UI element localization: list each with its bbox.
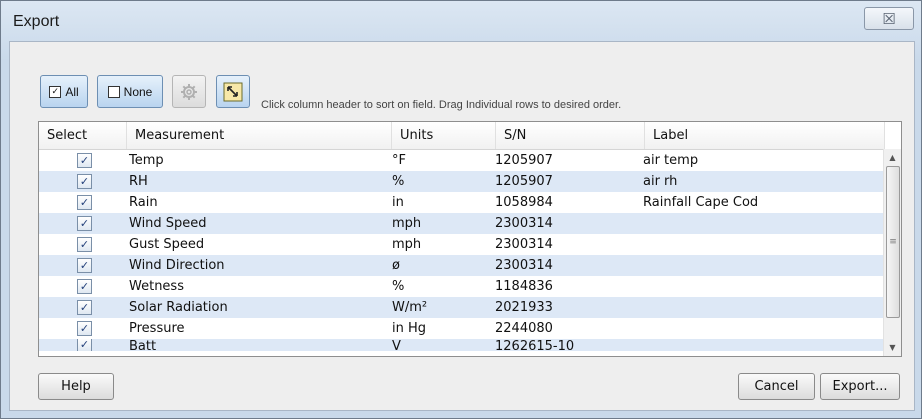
select-cell: ✓ — [39, 339, 127, 351]
table-row[interactable]: ✓ Temp °F 1205907 air temp — [39, 150, 885, 171]
sn-cell: 2021933 — [495, 300, 553, 315]
units-cell: °F — [392, 153, 406, 168]
close-icon: ☒ — [882, 9, 896, 28]
sn-cell: 2300314 — [495, 237, 553, 252]
sn-cell: 1058984 — [495, 195, 553, 210]
measurement-cell: Gust Speed — [129, 237, 205, 252]
units-cell: in — [392, 195, 404, 210]
column-header-sn[interactable]: S/N — [496, 122, 645, 149]
row-checkbox[interactable]: ✓ — [77, 216, 92, 231]
table-body: ✓ Temp °F 1205907 air temp ✓ RH % 120590… — [39, 150, 885, 351]
label-cell[interactable]: air temp — [643, 150, 698, 171]
row-checkbox[interactable]: ✓ — [77, 339, 92, 351]
scrollbar-thumb[interactable]: ≡ — [886, 166, 900, 318]
units-cell: ø — [392, 258, 400, 273]
table-row[interactable]: ✓ Wind Speed mph 2300314 — [39, 213, 885, 234]
measurement-cell: Temp — [129, 153, 164, 168]
dialog-title: Export — [13, 13, 60, 30]
units-cell: mph — [392, 237, 422, 252]
sn-cell: 2244080 — [495, 321, 553, 336]
resize-columns-icon — [223, 82, 243, 101]
row-checkbox[interactable]: ✓ — [77, 258, 92, 273]
vertical-scrollbar[interactable]: ▲ ≡ ▼ — [883, 149, 901, 356]
units-cell: V — [392, 339, 401, 351]
checkbox-checked-icon: ✓ — [49, 85, 62, 98]
row-checkbox[interactable]: ✓ — [77, 174, 92, 189]
table-row[interactable]: ✓ Gust Speed mph 2300314 — [39, 234, 885, 255]
select-cell: ✓ — [39, 297, 127, 318]
table-header: Select Measurement Units S/N Label — [39, 122, 885, 150]
select-cell: ✓ — [39, 234, 127, 255]
row-checkbox[interactable]: ✓ — [77, 195, 92, 210]
scroll-up-arrow-icon[interactable]: ▲ — [884, 149, 901, 166]
dialog-body: ✓ All None Click column header to sort o… — [9, 41, 915, 411]
toolbar: ✓ All None Click column header to sort o… — [10, 42, 914, 112]
units-cell: W/m² — [392, 300, 428, 315]
toolbar-hint: Click column header to sort on field. Dr… — [261, 99, 622, 111]
measurements-table: Select Measurement Units S/N Label ✓ Tem… — [38, 121, 902, 357]
measurement-cell: RH — [129, 174, 148, 189]
close-button[interactable]: ☒ — [864, 7, 914, 30]
sn-cell: 2300314 — [495, 216, 553, 231]
checkbox-empty-icon — [107, 85, 120, 98]
select-none-button[interactable]: None — [97, 75, 163, 108]
select-cell: ✓ — [39, 276, 127, 297]
units-cell: in Hg — [392, 321, 427, 336]
table-row[interactable]: ✓ Pressure in Hg 2244080 — [39, 318, 885, 339]
table-row[interactable]: ✓ Wetness % 1184836 — [39, 276, 885, 297]
autosize-columns-button[interactable] — [216, 75, 250, 108]
scroll-down-arrow-icon[interactable]: ▼ — [884, 339, 901, 356]
label-cell[interactable]: Rainfall Cape Cod — [643, 192, 758, 213]
row-checkbox[interactable]: ✓ — [77, 279, 92, 294]
select-all-button[interactable]: ✓ All — [40, 75, 88, 108]
units-cell: mph — [392, 216, 422, 231]
column-header-units[interactable]: Units — [392, 122, 496, 149]
table-row[interactable]: ✓ Wind Direction ø 2300314 — [39, 255, 885, 276]
select-cell: ✓ — [39, 255, 127, 276]
cancel-button[interactable]: Cancel — [738, 373, 815, 400]
title-bar[interactable]: Export ☒ — [1, 1, 921, 41]
column-header-label[interactable]: Label — [645, 122, 885, 149]
sn-cell: 1184836 — [495, 279, 553, 294]
label-cell[interactable]: air rh — [643, 171, 677, 192]
sn-cell: 1262615-10 — [495, 339, 575, 351]
select-none-label: None — [123, 84, 153, 99]
measurement-cell: Wind Speed — [129, 216, 207, 231]
export-dialog: Export ☒ ✓ All None Click column header … — [0, 0, 922, 419]
units-cell: % — [392, 279, 405, 294]
sn-cell: 1205907 — [495, 174, 553, 189]
row-checkbox[interactable]: ✓ — [77, 153, 92, 168]
select-cell: ✓ — [39, 213, 127, 234]
measurement-cell: Rain — [129, 195, 158, 210]
column-header-measurement[interactable]: Measurement — [127, 122, 392, 149]
help-button[interactable]: Help — [38, 373, 114, 400]
units-cell: % — [392, 174, 405, 189]
measurement-cell: Wind Direction — [129, 258, 225, 273]
select-cell: ✓ — [39, 171, 127, 192]
column-header-select[interactable]: Select — [39, 122, 127, 149]
measurement-cell: Pressure — [129, 321, 185, 336]
select-cell: ✓ — [39, 150, 127, 171]
measurement-cell: Wetness — [129, 279, 184, 294]
row-checkbox[interactable]: ✓ — [77, 237, 92, 252]
table-row[interactable]: ✓ Batt V 1262615-10 — [39, 339, 885, 351]
row-checkbox[interactable]: ✓ — [77, 300, 92, 315]
row-checkbox[interactable]: ✓ — [77, 321, 92, 336]
select-all-label: All — [65, 84, 79, 99]
select-cell: ✓ — [39, 318, 127, 339]
select-cell: ✓ — [39, 192, 127, 213]
settings-button[interactable] — [172, 75, 206, 108]
sn-cell: 1205907 — [495, 153, 553, 168]
export-button[interactable]: Export... — [820, 373, 900, 400]
table-row[interactable]: ✓ Rain in 1058984 Rainfall Cape Cod — [39, 192, 885, 213]
sn-cell: 2300314 — [495, 258, 553, 273]
measurement-cell: Batt — [129, 339, 157, 351]
measurement-cell: Solar Radiation — [129, 300, 228, 315]
gear-icon — [181, 83, 197, 100]
table-row[interactable]: ✓ Solar Radiation W/m² 2021933 — [39, 297, 885, 318]
table-row[interactable]: ✓ RH % 1205907 air rh — [39, 171, 885, 192]
